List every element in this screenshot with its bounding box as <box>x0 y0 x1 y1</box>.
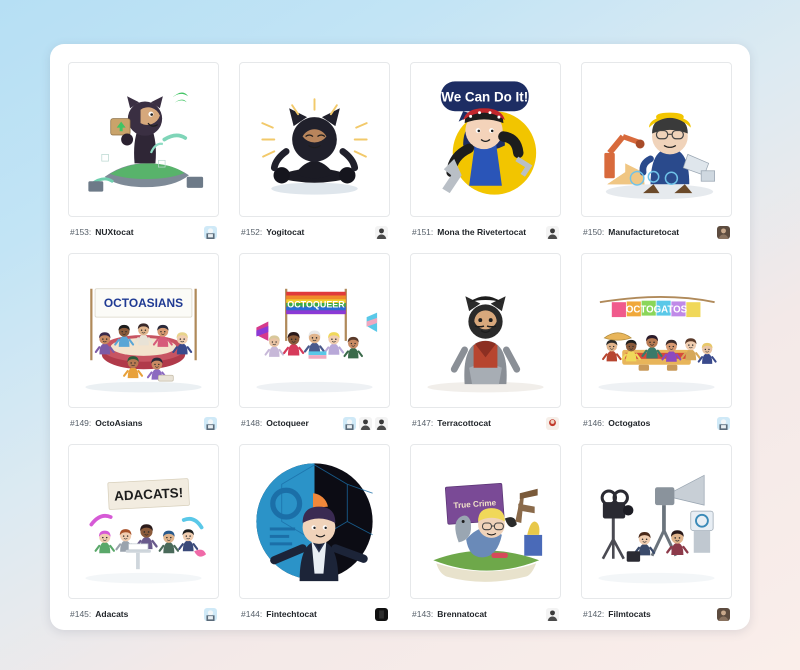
contributor-avatars <box>204 607 217 621</box>
avatar-dark-icon[interactable] <box>359 416 372 430</box>
contributor-avatars <box>204 416 217 430</box>
contributor-avatars <box>375 607 388 621</box>
svg-text:OCTOQUEER: OCTOQUEER <box>287 299 345 309</box>
octodex-card[interactable]: OCTOASIANS #149: OctoAsians <box>62 247 225 438</box>
octodex-card[interactable]: ADACATS! #145: Adacats <box>62 438 225 629</box>
octodex-card-meta: #142: Filmtocats <box>581 599 732 629</box>
octodex-card[interactable]: #153: NUXtocat <box>62 56 225 247</box>
octodex-card[interactable]: #152: Yogitocat <box>233 56 396 247</box>
octodex-card-number: #144: <box>241 609 263 619</box>
octodex-card-meta: #153: NUXtocat <box>68 217 219 247</box>
octodex-card-number: #145: <box>70 609 92 619</box>
avatar-light-blue-icon[interactable] <box>204 607 217 621</box>
octodex-card-name[interactable]: Brennatocat <box>437 609 487 619</box>
octodex-card-name[interactable]: NUXtocat <box>95 227 133 237</box>
octodex-card[interactable]: OCTOGATOS #146: Octogatos <box>575 247 738 438</box>
octodex-card-number: #143: <box>412 609 434 619</box>
octodex-card-name[interactable]: Filmtocats <box>608 609 651 619</box>
octocat-image-manufacturetocat[interactable] <box>581 62 732 217</box>
contributor-avatars <box>546 225 559 239</box>
octodex-card[interactable]: #147: Terracottocat <box>404 247 567 438</box>
octodex-card-number: #142: <box>583 609 605 619</box>
octocat-image-nuxtocat[interactable] <box>68 62 219 217</box>
avatar-dark-icon[interactable] <box>375 225 388 239</box>
octodex-gallery-panel: #153: NUXtocat #152: Yogitocat We Can Do It!… <box>50 44 750 630</box>
octodex-card-meta: #148: Octoqueer <box>239 408 390 438</box>
octodex-card-name[interactable]: Octoqueer <box>266 418 309 428</box>
octodex-card[interactable]: #142: Filmtocats <box>575 438 738 629</box>
octocat-image-fintechtocat[interactable] <box>239 444 390 599</box>
avatar-light-blue-icon[interactable] <box>717 416 730 430</box>
octodex-card-name[interactable]: Fintechtocat <box>266 609 317 619</box>
octodex-card-number: #151: <box>412 227 434 237</box>
octodex-card-number: #147: <box>412 418 434 428</box>
contributor-avatars <box>546 607 559 621</box>
contributor-avatars <box>204 225 217 239</box>
avatar-light-blue-icon[interactable] <box>343 416 356 430</box>
octodex-card-meta: #150: Manufacturetocat <box>581 217 732 247</box>
octocat-image-octoqueer[interactable]: OCTOQUEER <box>239 253 390 408</box>
octodex-card[interactable]: OCTOQUEER #148: Octoqueer <box>233 247 396 438</box>
octodex-card-name[interactable]: Manufacturetocat <box>608 227 679 237</box>
octodex-card-meta: #146: Octogatos <box>581 408 732 438</box>
contributor-avatars <box>546 416 559 430</box>
octodex-card-number: #146: <box>583 418 605 428</box>
contributor-avatars <box>717 607 730 621</box>
octodex-card-name[interactable]: OctoAsians <box>95 418 142 428</box>
contributor-avatars <box>375 225 388 239</box>
octodex-card-name[interactable]: Mona the Rivetertocat <box>437 227 526 237</box>
octodex-card-number: #152: <box>241 227 263 237</box>
octodex-card-name[interactable]: Adacats <box>95 609 128 619</box>
avatar-light-blue-icon[interactable] <box>204 416 217 430</box>
octocat-image-brennatocat[interactable]: True Crime <box>410 444 561 599</box>
octodex-card-number: #150: <box>583 227 605 237</box>
contributor-avatars <box>717 416 730 430</box>
avatar-red-icon[interactable] <box>546 416 559 430</box>
avatar-brown-icon[interactable] <box>717 225 730 239</box>
octodex-card-meta: #147: Terracottocat <box>410 408 561 438</box>
avatar-dark-icon[interactable] <box>546 607 559 621</box>
octodex-card[interactable]: #150: Manufacturetocat <box>575 56 738 247</box>
octodex-card-meta: #152: Yogitocat <box>239 217 390 247</box>
avatar-dark-icon[interactable] <box>546 225 559 239</box>
octocat-image-octoasians[interactable]: OCTOASIANS <box>68 253 219 408</box>
svg-text:OCTOGATOS: OCTOGATOS <box>626 305 688 316</box>
octodex-card-meta: #144: Fintechtocat <box>239 599 390 629</box>
octodex-card-name[interactable]: Yogitocat <box>266 227 304 237</box>
octodex-card-meta: #145: Adacats <box>68 599 219 629</box>
octodex-card[interactable]: True Crime #143: Brennatocat <box>404 438 567 629</box>
octodex-card-meta: #151: Mona the Rivetertocat <box>410 217 561 247</box>
avatar-light-blue-icon[interactable] <box>204 225 217 239</box>
svg-text:We Can Do It!: We Can Do It! <box>441 90 528 105</box>
octodex-card-meta: #149: OctoAsians <box>68 408 219 438</box>
octodex-card[interactable]: We Can Do It! #151: Mona the Rivetertocat <box>404 56 567 247</box>
avatar-brown-icon[interactable] <box>717 607 730 621</box>
octodex-card-number: #153: <box>70 227 92 237</box>
contributor-avatars <box>343 416 388 430</box>
octocat-image-filmtocats[interactable] <box>581 444 732 599</box>
octodex-card-name[interactable]: Octogatos <box>608 418 650 428</box>
svg-text:OCTOASIANS: OCTOASIANS <box>104 296 183 310</box>
contributor-avatars <box>717 225 730 239</box>
octodex-card[interactable]: #144: Fintechtocat <box>233 438 396 629</box>
octocat-image-rivetertocat[interactable]: We Can Do It! <box>410 62 561 217</box>
octocat-image-adacats[interactable]: ADACATS! <box>68 444 219 599</box>
octodex-card-meta: #143: Brennatocat <box>410 599 561 629</box>
octodex-grid: #153: NUXtocat #152: Yogitocat We Can Do It!… <box>62 56 738 629</box>
octodex-card-name[interactable]: Terracottocat <box>437 418 491 428</box>
octocat-image-octogatos[interactable]: OCTOGATOS <box>581 253 732 408</box>
octocat-image-yogitocat[interactable] <box>239 62 390 217</box>
octodex-card-number: #148: <box>241 418 263 428</box>
octodex-card-number: #149: <box>70 418 92 428</box>
octocat-image-terracottocat[interactable] <box>410 253 561 408</box>
avatar-black-icon[interactable] <box>375 607 388 621</box>
avatar-dark-icon[interactable] <box>375 416 388 430</box>
